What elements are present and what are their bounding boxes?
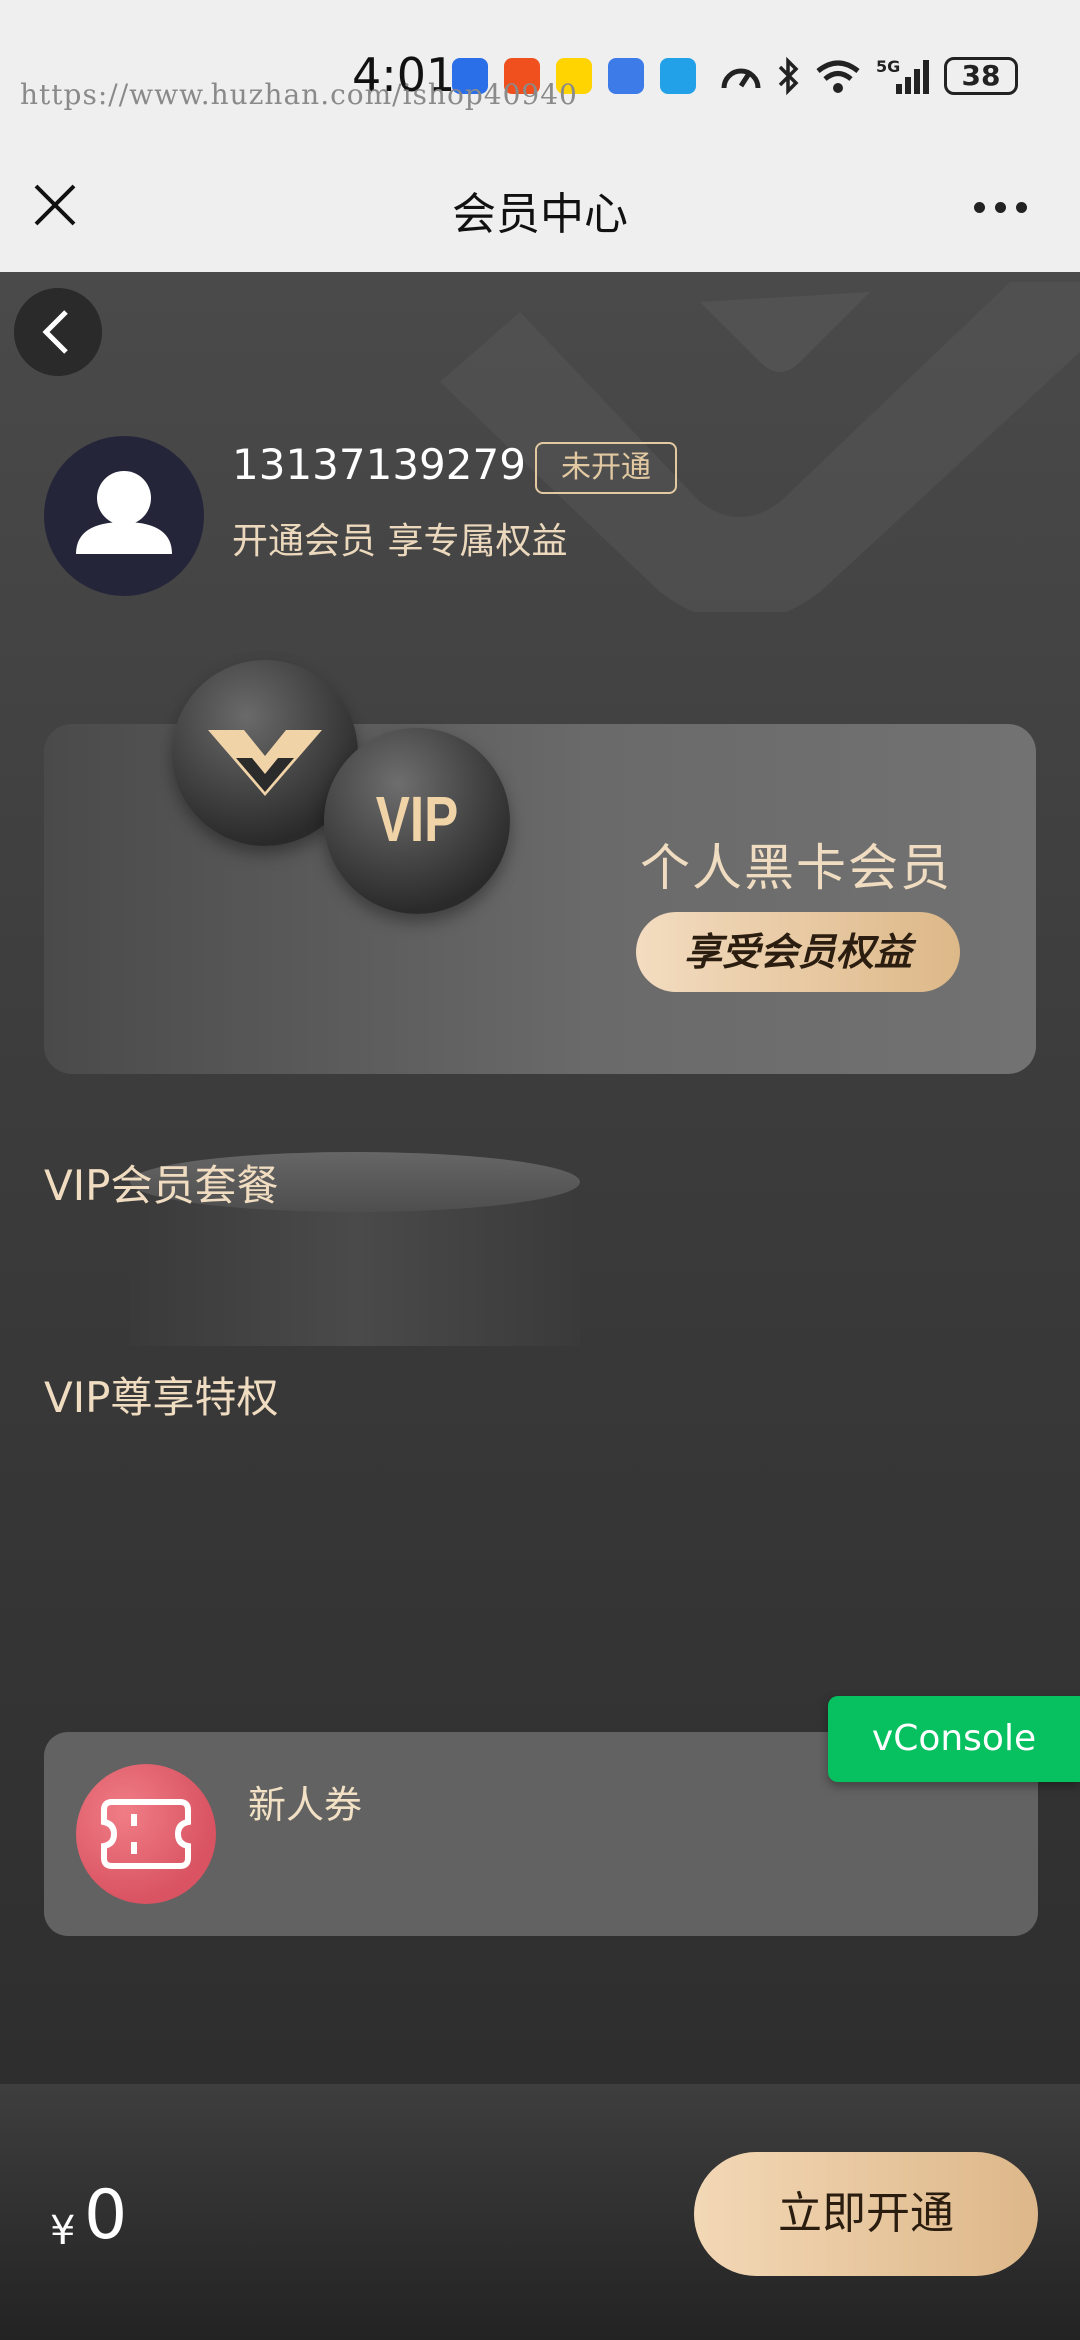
price-value: 0 (84, 2176, 128, 2255)
privilege-label: 新人券 (248, 1783, 363, 1827)
avatar[interactable] (44, 436, 204, 596)
page-title: 会员中心 (452, 189, 628, 240)
speed-icon (721, 68, 761, 89)
app-notification-icon (660, 58, 696, 94)
user-phone: 13137139279 (232, 440, 526, 489)
system-icons: 5G 38 (720, 56, 1018, 96)
open-now-button[interactable]: 立即开通 (694, 2152, 1038, 2276)
bluetooth-icon (778, 56, 799, 96)
back-button[interactable] (14, 288, 102, 376)
wifi-icon (816, 60, 860, 93)
more-options-icon[interactable] (974, 202, 1027, 213)
currency-symbol: ¥ (50, 2208, 76, 2254)
user-icon (76, 471, 172, 554)
vconsole-button[interactable]: vConsole (828, 1696, 1080, 1782)
bottom-bar: ¥ 0 立即开通 (0, 2084, 1080, 2340)
privileges-section-title: VIP尊享特权 (44, 1373, 279, 1422)
member-center-main: 13137139279 未开通 开通会员 享专属权益 VIP 个人黑卡会员 享受… (0, 272, 1080, 2084)
ticket-icon (76, 1764, 216, 1904)
network-type-label: 5G (876, 57, 900, 76)
packages-section-title: VIP会员套餐 (44, 1161, 279, 1210)
app-notification-icon (608, 58, 644, 94)
enjoy-benefits-button[interactable]: 享受会员权益 (636, 912, 960, 992)
status-bar: 4:01 5G 38 https://www.huzhan.com/ishop4… (0, 0, 1080, 150)
membership-status-badge: 未开通 (535, 442, 677, 494)
watermark-text: https://www.huzhan.com/ishop40940 (20, 78, 578, 111)
banner-title: 个人黑卡会员 (640, 839, 952, 897)
profile-subtitle: 开通会员 享专属权益 (232, 521, 568, 562)
battery-indicator: 38 (944, 57, 1018, 95)
signal-icon: 5G (876, 57, 929, 94)
vip-text-orb: VIP (324, 728, 510, 914)
nav-bar: 会员中心 (0, 150, 1080, 272)
vip-orb-label: VIP (375, 783, 459, 855)
